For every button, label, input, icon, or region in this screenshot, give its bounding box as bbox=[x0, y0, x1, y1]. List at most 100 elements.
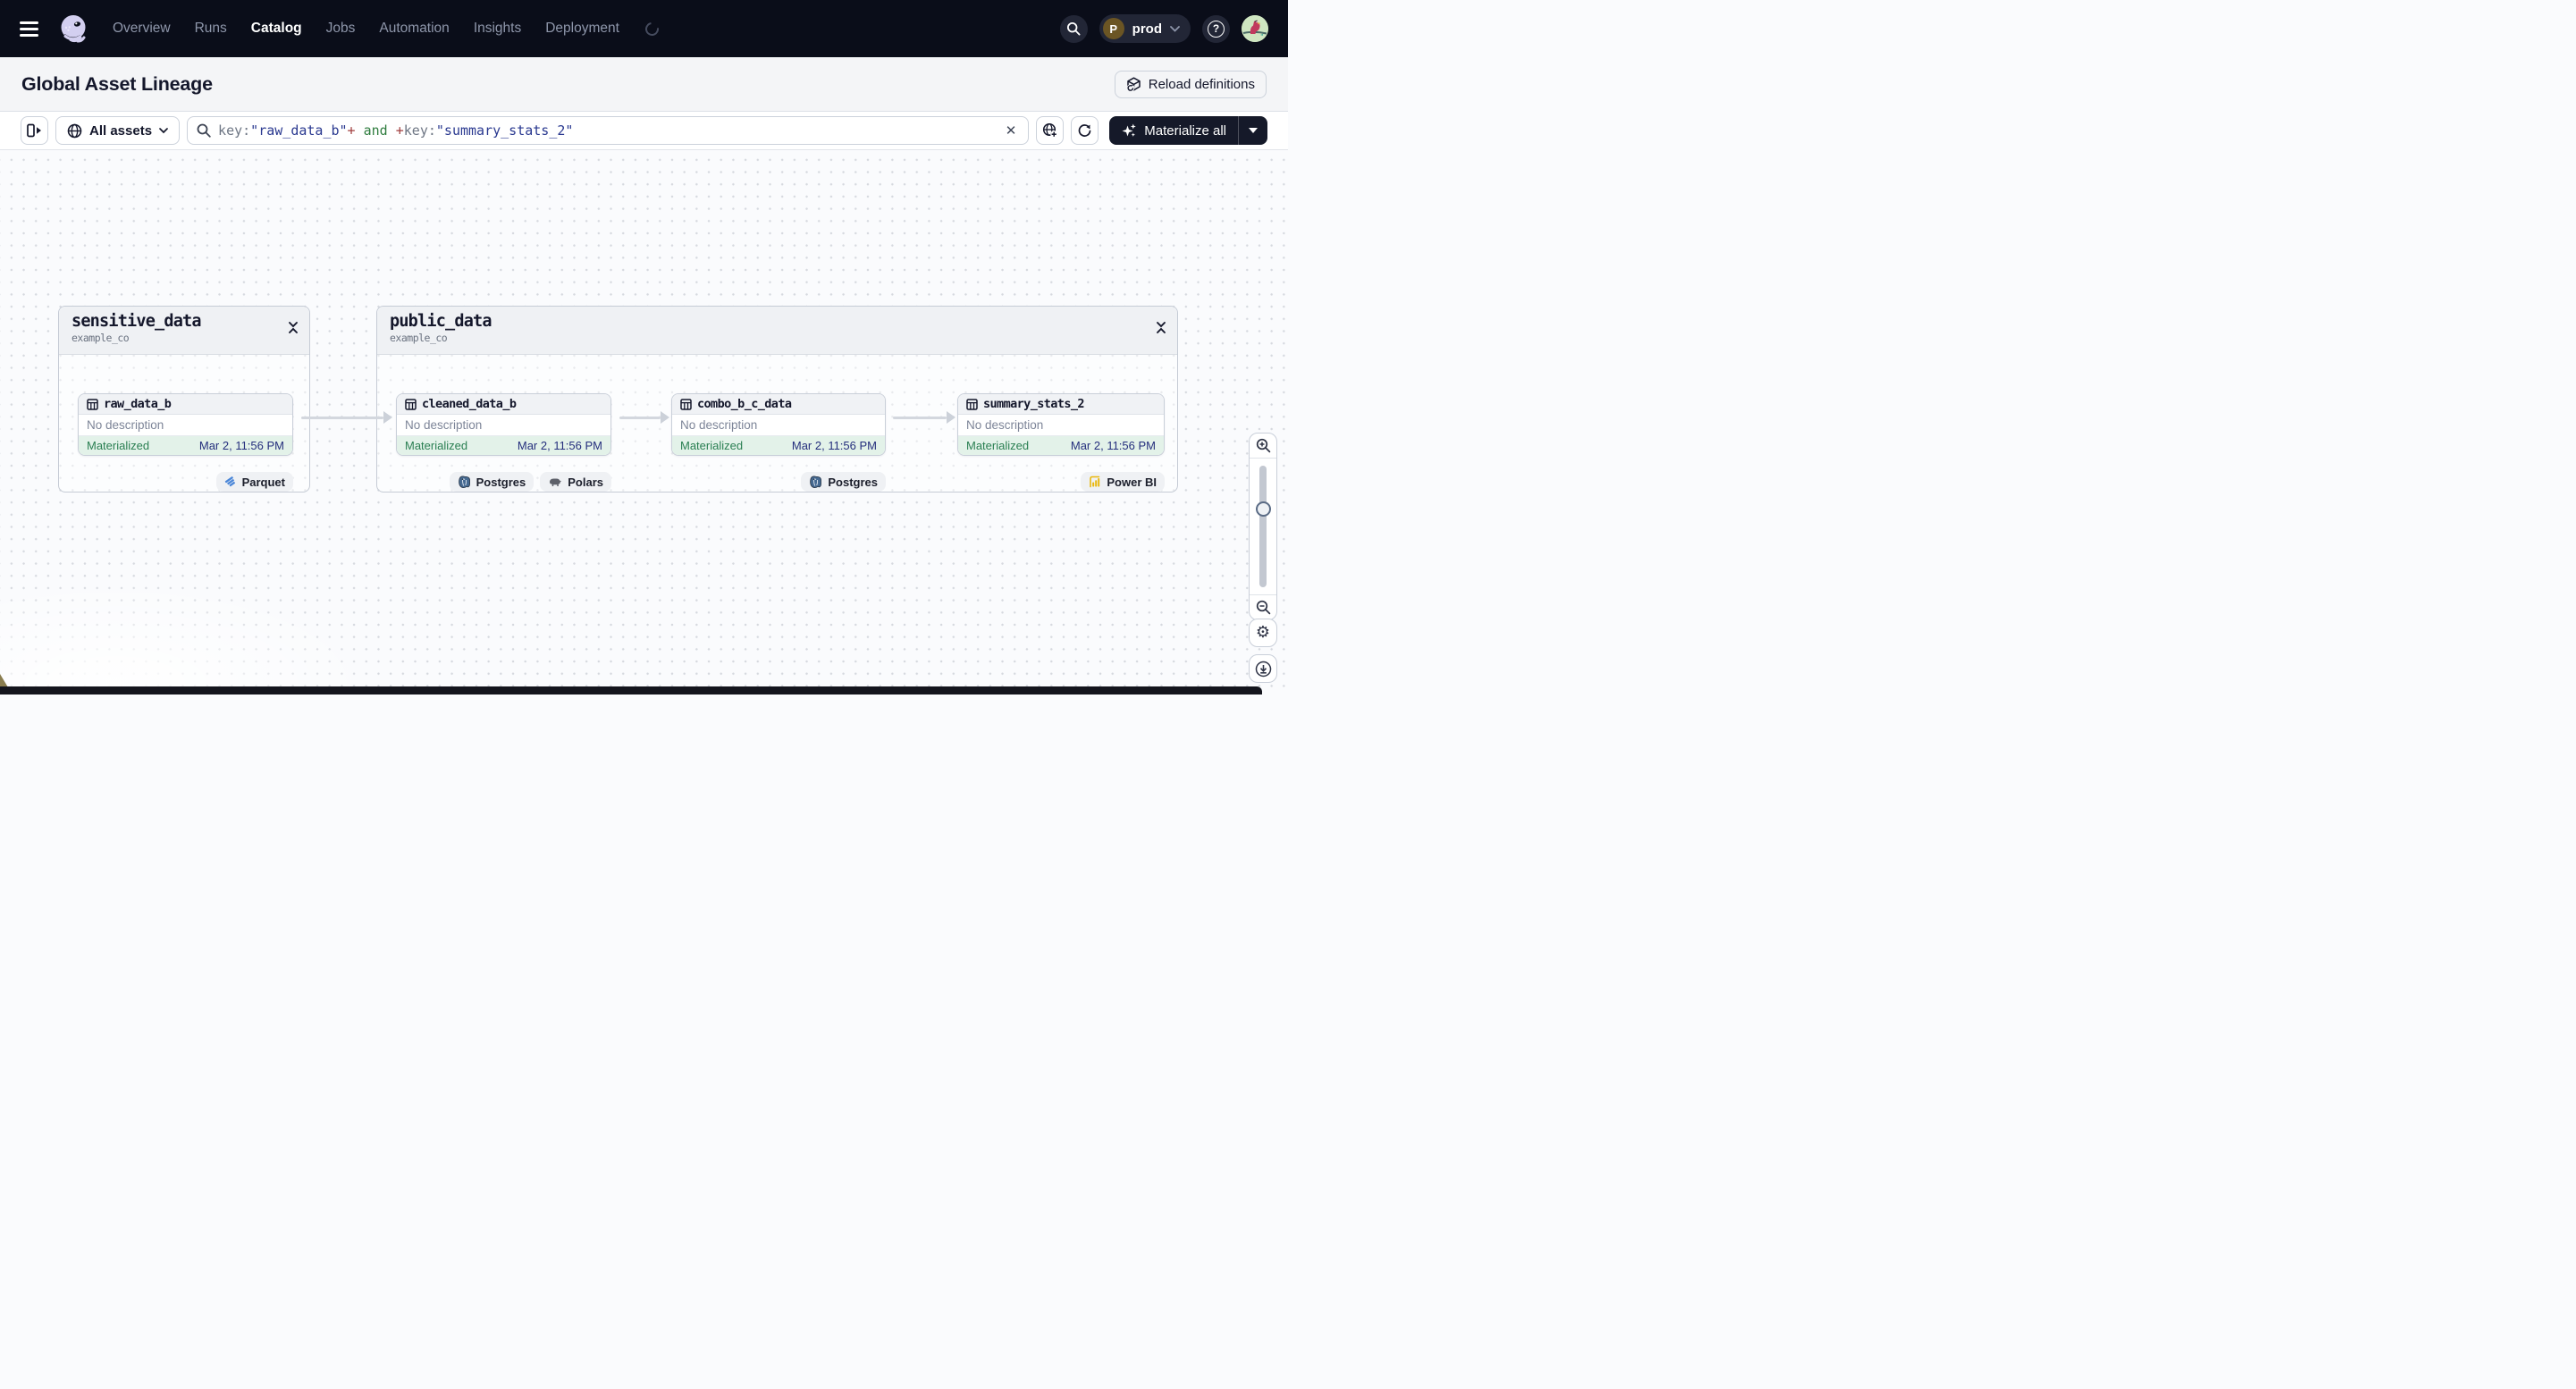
dagster-logo-icon[interactable] bbox=[57, 13, 89, 45]
user-avatar[interactable] bbox=[1242, 15, 1268, 42]
status-badge: Materialized bbox=[966, 439, 1030, 452]
asset-node-summary-stats-2[interactable]: summary_stats_2 No description Materiali… bbox=[957, 393, 1165, 456]
collapse-group-icon[interactable] bbox=[286, 319, 300, 339]
menu-icon[interactable] bbox=[20, 21, 41, 37]
materialization-timestamp: Mar 2, 11:56 PM bbox=[517, 439, 602, 452]
asset-description: No description bbox=[672, 415, 885, 436]
zoom-out-icon bbox=[1256, 600, 1270, 615]
lineage-canvas[interactable]: sensitive_data example_co public_data ex… bbox=[0, 150, 1288, 694]
clear-search-icon[interactable]: ✕ bbox=[1003, 122, 1020, 139]
asset-node-combo-b-c-data[interactable]: combo_b_c_data No description Materializ… bbox=[671, 393, 886, 456]
tag-postgres[interactable]: Postgres bbox=[449, 472, 535, 492]
asset-node-cleaned-data-b[interactable]: cleaned_data_b No description Materializ… bbox=[396, 393, 611, 456]
asset-name: combo_b_c_data bbox=[697, 397, 792, 411]
page-title: Global Asset Lineage bbox=[21, 72, 213, 95]
table-icon bbox=[87, 398, 98, 410]
page-header: Global Asset Lineage Reload definitions bbox=[0, 57, 1288, 112]
open-left-panel-button[interactable] bbox=[21, 116, 48, 145]
asset-scope-dropdown[interactable]: All assets bbox=[55, 116, 181, 145]
download-graph-button[interactable] bbox=[1249, 654, 1277, 683]
lineage-toolbar: All assets key:"raw_data_b"+ and +key:"s… bbox=[0, 112, 1288, 150]
table-icon bbox=[966, 398, 978, 410]
asset-description: No description bbox=[79, 415, 292, 436]
polars-icon bbox=[550, 478, 562, 486]
asset-tags-cleaned-data-b: Postgres Polars bbox=[396, 472, 611, 492]
nav-item-catalog[interactable]: Catalog bbox=[251, 21, 302, 37]
expand-scope-button[interactable] bbox=[1036, 116, 1065, 145]
table-icon bbox=[405, 398, 417, 410]
tag-parquet[interactable]: Parquet bbox=[215, 472, 293, 492]
power-bi-icon bbox=[1090, 476, 1100, 488]
loading-spinner-icon bbox=[643, 19, 661, 38]
status-badge: Materialized bbox=[680, 439, 744, 452]
nav-item-insights[interactable]: Insights bbox=[474, 21, 521, 37]
refresh-icon bbox=[1078, 123, 1091, 137]
nav-item-deployment[interactable]: Deployment bbox=[545, 21, 619, 37]
navbar-right: P prod ? bbox=[1059, 14, 1268, 43]
help-button[interactable]: ? bbox=[1202, 14, 1230, 43]
zoom-controls bbox=[1249, 433, 1277, 620]
zoom-slider-thumb[interactable] bbox=[1255, 501, 1271, 517]
asset-search-input[interactable]: key:"raw_data_b"+ and +key:"summary_stat… bbox=[187, 116, 1030, 145]
top-navbar: Overview Runs Catalog Jobs Automation In… bbox=[0, 0, 1288, 57]
asset-name: cleaned_data_b bbox=[422, 397, 517, 411]
nav-item-automation[interactable]: Automation bbox=[379, 21, 449, 37]
download-icon bbox=[1255, 661, 1271, 677]
search-button[interactable] bbox=[1059, 14, 1088, 43]
asset-status-row: Materialized Mar 2, 11:56 PM bbox=[672, 436, 885, 455]
environment-switcher[interactable]: P prod bbox=[1099, 14, 1191, 43]
background-window-edge bbox=[0, 686, 1262, 694]
nav-item-overview[interactable]: Overview bbox=[113, 21, 171, 37]
chevron-down-icon bbox=[1170, 25, 1180, 32]
parquet-icon bbox=[224, 476, 235, 487]
asset-tags-combo-b-c-data: Postgres bbox=[671, 472, 886, 492]
tag-power-bi[interactable]: Power BI bbox=[1081, 472, 1165, 492]
nav-item-runs[interactable]: Runs bbox=[195, 21, 227, 37]
postgres-icon bbox=[458, 476, 470, 488]
group-header: public_data example_co bbox=[377, 307, 1177, 355]
zoom-out-button[interactable] bbox=[1250, 594, 1276, 619]
asset-name: raw_data_b bbox=[104, 397, 172, 411]
materialize-all-label: Materialize all bbox=[1144, 122, 1226, 139]
asset-tags-raw-data-b: Parquet bbox=[78, 472, 293, 492]
reload-cube-icon bbox=[1126, 76, 1141, 92]
search-query: key:"raw_data_b"+ and +key:"summary_stat… bbox=[218, 122, 574, 139]
asset-status-row: Materialized Mar 2, 11:56 PM bbox=[397, 436, 610, 455]
reload-definitions-label: Reload definitions bbox=[1148, 76, 1255, 92]
asset-description: No description bbox=[958, 415, 1164, 436]
materialization-timestamp: Mar 2, 11:56 PM bbox=[1070, 439, 1156, 452]
panel-toggle-icon bbox=[27, 123, 41, 138]
environment-avatar: P bbox=[1102, 18, 1124, 39]
asset-tags-summary-stats-2: Power BI bbox=[957, 472, 1165, 492]
materialization-timestamp: Mar 2, 11:56 PM bbox=[198, 439, 284, 452]
asset-scope-label: All assets bbox=[89, 122, 153, 139]
arrowhead-icon bbox=[383, 411, 392, 424]
globe-icon bbox=[67, 123, 82, 138]
edge-cleaned-to-combo bbox=[619, 411, 669, 424]
refresh-button[interactable] bbox=[1071, 116, 1099, 145]
tag-polars[interactable]: Polars bbox=[540, 472, 611, 492]
environment-name: prod bbox=[1132, 21, 1162, 37]
question-mark-icon: ? bbox=[1208, 20, 1225, 38]
group-title: public_data bbox=[390, 312, 492, 331]
asset-status-row: Materialized Mar 2, 11:56 PM bbox=[958, 436, 1164, 455]
table-icon bbox=[680, 398, 692, 410]
globe-add-icon bbox=[1042, 122, 1057, 139]
edge-raw-to-cleaned bbox=[301, 411, 392, 424]
asset-node-raw-data-b[interactable]: raw_data_b No description Materialized M… bbox=[78, 393, 293, 456]
zoom-slider-track[interactable] bbox=[1259, 466, 1267, 587]
materialize-options-button[interactable] bbox=[1239, 116, 1267, 145]
materialize-all-split-button: Materialize all bbox=[1109, 116, 1267, 145]
tag-postgres[interactable]: Postgres bbox=[801, 472, 886, 492]
main-nav: Overview Runs Catalog Jobs Automation In… bbox=[113, 19, 661, 38]
materialize-all-button[interactable]: Materialize all bbox=[1109, 116, 1238, 145]
zoom-in-button[interactable] bbox=[1250, 434, 1276, 459]
materialization-timestamp: Mar 2, 11:56 PM bbox=[791, 439, 877, 452]
nav-item-jobs[interactable]: Jobs bbox=[326, 21, 356, 37]
collapse-group-icon[interactable] bbox=[1154, 319, 1168, 339]
group-header: sensitive_data example_co bbox=[59, 307, 309, 355]
postgres-icon bbox=[810, 476, 822, 488]
reload-definitions-button[interactable]: Reload definitions bbox=[1114, 70, 1267, 98]
asset-name: summary_stats_2 bbox=[983, 397, 1085, 411]
graph-settings-button[interactable]: ⚙ bbox=[1249, 619, 1277, 647]
